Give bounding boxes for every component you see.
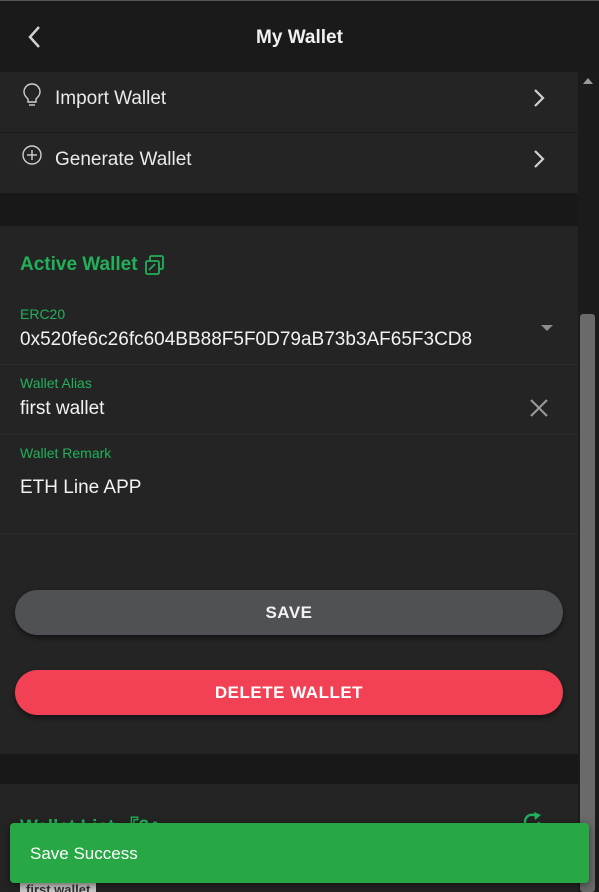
main-content: Import Wallet Generate Wallet Active Wal…: [0, 72, 578, 892]
close-icon[interactable]: [528, 397, 550, 419]
toast-notification: Save Success: [10, 823, 589, 883]
chevron-right-icon: [534, 89, 545, 107]
wallet-remark-label: Wallet Remark: [20, 445, 112, 461]
wallet-remark-input[interactable]: ETH Line APP: [20, 477, 141, 499]
save-button[interactable]: SAVE: [15, 590, 563, 635]
scrollbar[interactable]: [578, 72, 599, 892]
generate-wallet-item[interactable]: Generate Wallet: [0, 133, 578, 194]
delete-wallet-button[interactable]: DELETE WALLET: [15, 670, 563, 715]
app-header: My Wallet: [0, 0, 599, 73]
chevron-right-icon: [534, 150, 545, 168]
divider: [0, 364, 578, 365]
section-gap: [0, 754, 578, 784]
wallet-address-select[interactable]: 0x520fe6c26fc604BB88F5F0D79aB73b3AF65F3C…: [20, 329, 472, 351]
network-label: ERC20: [20, 306, 66, 322]
toast-message: Save Success: [30, 844, 138, 863]
plus-circle-icon: [22, 145, 42, 165]
scrollbar-thumb[interactable]: [580, 314, 595, 892]
copy-icon[interactable]: [144, 254, 166, 276]
generate-wallet-label: Generate Wallet: [55, 149, 192, 170]
import-wallet-label: Import Wallet: [55, 88, 167, 109]
active-wallet-section: Active Wallet ERC20 0x520fe6c26fc604BB88…: [0, 226, 578, 754]
wallet-alias-label: Wallet Alias: [20, 375, 92, 391]
divider: [0, 434, 578, 435]
section-gap: [0, 194, 578, 226]
import-wallet-item[interactable]: Import Wallet: [0, 72, 578, 133]
page-title: My Wallet: [256, 27, 343, 48]
scroll-up-arrow-icon[interactable]: [583, 78, 593, 84]
wallet-menu: Import Wallet Generate Wallet: [0, 72, 578, 194]
divider: [0, 533, 578, 534]
wallet-alias-input[interactable]: first wallet: [20, 398, 104, 420]
active-wallet-title: Active Wallet: [20, 254, 138, 275]
lightbulb-icon: [23, 83, 41, 106]
dropdown-arrow-icon[interactable]: [541, 325, 553, 331]
